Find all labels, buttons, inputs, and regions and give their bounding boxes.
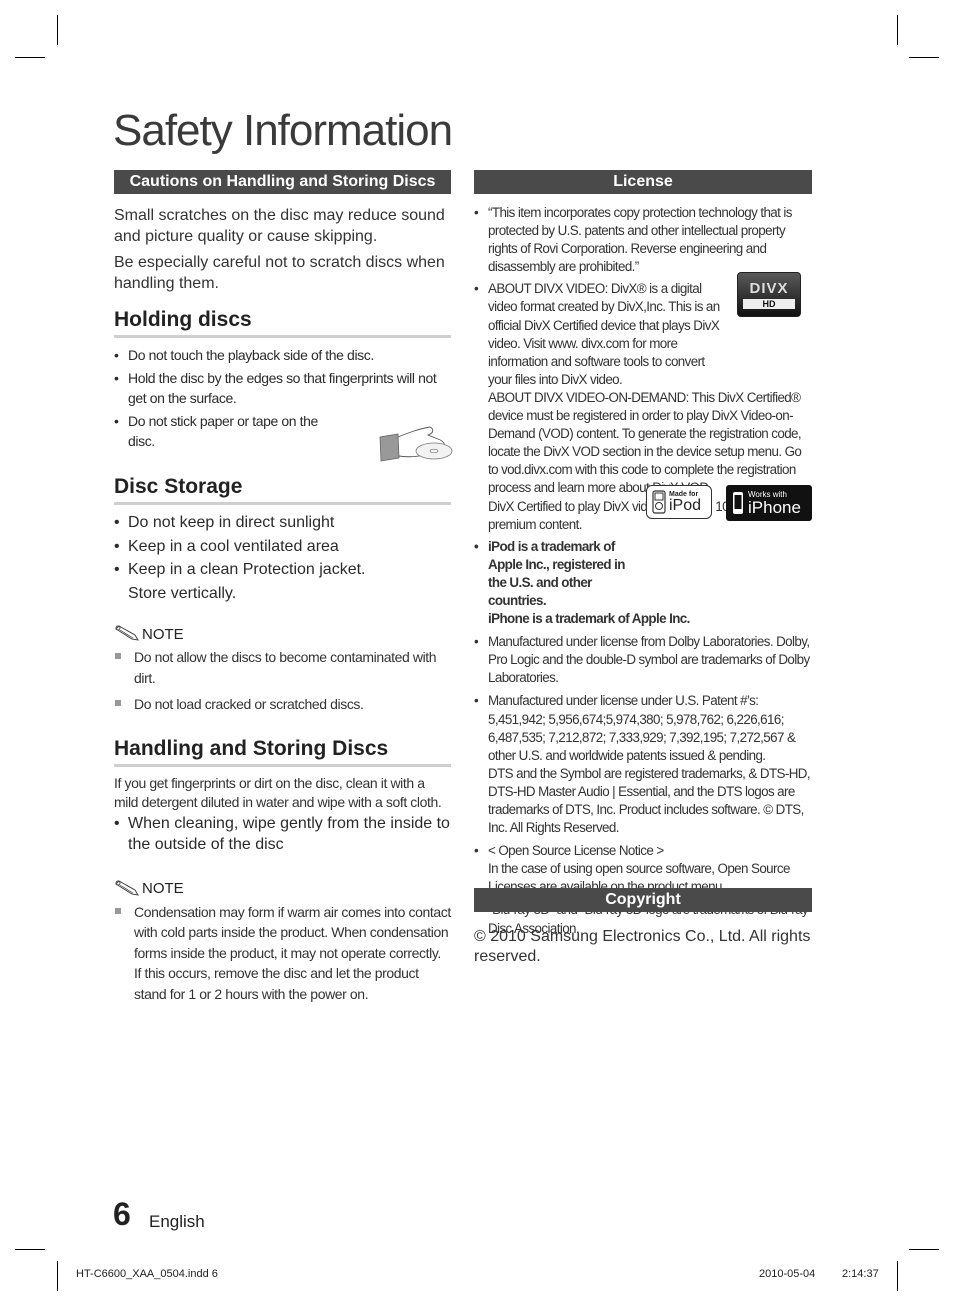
dts-trademarks-text: DTS and the Symbol are registered tradem…: [488, 765, 811, 836]
note-item: Do not allow the discs to become contami…: [114, 647, 451, 688]
handling-note-list: Condensation may form if warm air comes …: [114, 902, 451, 1005]
left-column: Cautions on Handling and Storing Discs S…: [114, 170, 453, 1005]
crop-mark: [909, 57, 939, 58]
list-item: When cleaning, wipe gently from the insi…: [114, 813, 451, 855]
cautions-paragraph: Small scratches on the disc may reduce s…: [114, 207, 445, 245]
crop-mark: [15, 1249, 45, 1250]
made-for-ipod-logo: Made for iPod: [646, 485, 712, 519]
ipod-logo-big: iPod: [669, 496, 702, 514]
list-item: Keep in a cool ventilated area: [114, 535, 451, 559]
works-with-iphone-logo: Works with iPhone: [726, 485, 812, 521]
copyright-text: © 2010 Samsung Electronics Co., Ltd. All…: [474, 928, 811, 965]
handling-storing-heading: Handling and Storing Discs: [114, 737, 451, 767]
list-item: Hold the disc by the edges so that finge…: [114, 368, 451, 408]
note-item: Do not load cracked or scratched discs.: [114, 694, 451, 715]
crop-mark: [909, 1249, 939, 1250]
license-item-rovi: “This item incorporates copy protection …: [474, 204, 812, 276]
holding-discs-heading: Holding discs: [114, 308, 451, 338]
note-label: NOTE: [142, 880, 184, 897]
slug-date: 2010-05-04: [759, 1268, 816, 1280]
crop-mark: [897, 1261, 898, 1291]
iphone-logo-big: iPhone: [748, 497, 801, 517]
list-item: Do not keep in direct sunlight: [114, 511, 451, 535]
license-item-dts: Manufactured under license under U.S. Pa…: [474, 692, 812, 837]
divx-logo-text: DIVX: [749, 280, 789, 297]
slug-filename: HT-C6600_XAA_0504.indd 6: [76, 1268, 218, 1280]
divx-logo-hd: HD: [743, 299, 795, 309]
pencil-note-icon: [115, 625, 139, 641]
list-item: Do not stick paper or tape on the disc.: [114, 411, 328, 451]
license-item-apple: iPod is a trademark of Apple Inc., regis…: [474, 538, 812, 628]
handling-intro: If you get fingerprints or dirt on the d…: [114, 774, 442, 811]
cautions-paragraph: Be especially careful not to scratch dis…: [114, 254, 445, 292]
storage-note-list: Do not allow the discs to become contami…: [114, 647, 451, 715]
disc-storage-list: Do not keep in direct sunlight Keep in a…: [114, 511, 451, 582]
pencil-note-icon: [115, 879, 139, 896]
cautions-section-header: Cautions on Handling and Storing Discs: [114, 170, 451, 194]
note-item: Condensation may form if warm air comes …: [114, 902, 451, 1005]
ipod-icon: [652, 490, 666, 514]
list-item: Do not touch the playback side of the di…: [114, 345, 451, 365]
oss-title: < Open Source License Notice >: [488, 843, 664, 859]
crop-mark: [57, 1261, 58, 1291]
hand-holding-disc-icon: [379, 426, 453, 462]
divx-about-text: ABOUT DIVX VIDEO: DivX® is a digital vid…: [488, 281, 720, 387]
iphone-icon: [733, 492, 743, 514]
crop-mark: [57, 15, 58, 45]
handling-note-header: NOTE: [114, 879, 451, 898]
license-section-header: License: [474, 170, 812, 194]
disc-storage-heading: Disc Storage: [114, 475, 451, 505]
page-title: Safety Information: [113, 106, 453, 155]
handling-list: When cleaning, wipe gently from the insi…: [114, 813, 451, 855]
apple-iphone-text: iPhone is a trademark of Apple Inc.: [488, 611, 690, 627]
page-number: 6: [113, 1196, 131, 1232]
note-label: NOTE: [142, 625, 184, 643]
copyright-section-header: Copyright: [474, 888, 812, 912]
apple-ipod-text: iPod is a trademark of Apple Inc., regis…: [488, 538, 625, 608]
crop-mark: [15, 57, 45, 58]
list-item: Keep in a clean Protection jacket.: [114, 558, 451, 582]
crop-mark: [897, 15, 898, 45]
storage-note-header: NOTE: [114, 625, 451, 643]
divx-hd-logo: DIVX HD: [737, 272, 801, 317]
divx-vod-text: ABOUT DIVX VIDEO-ON-DEMAND: This DivX Ce…: [488, 389, 802, 496]
slug-time: 2:14:37: [842, 1268, 879, 1280]
dts-patents-text: Manufactured under license under U.S. Pa…: [488, 693, 796, 763]
license-item-dolby: Manufactured under license from Dolby La…: [474, 633, 812, 687]
page-language: English: [149, 1212, 205, 1231]
store-vertically-text: Store vertically.: [128, 584, 237, 602]
